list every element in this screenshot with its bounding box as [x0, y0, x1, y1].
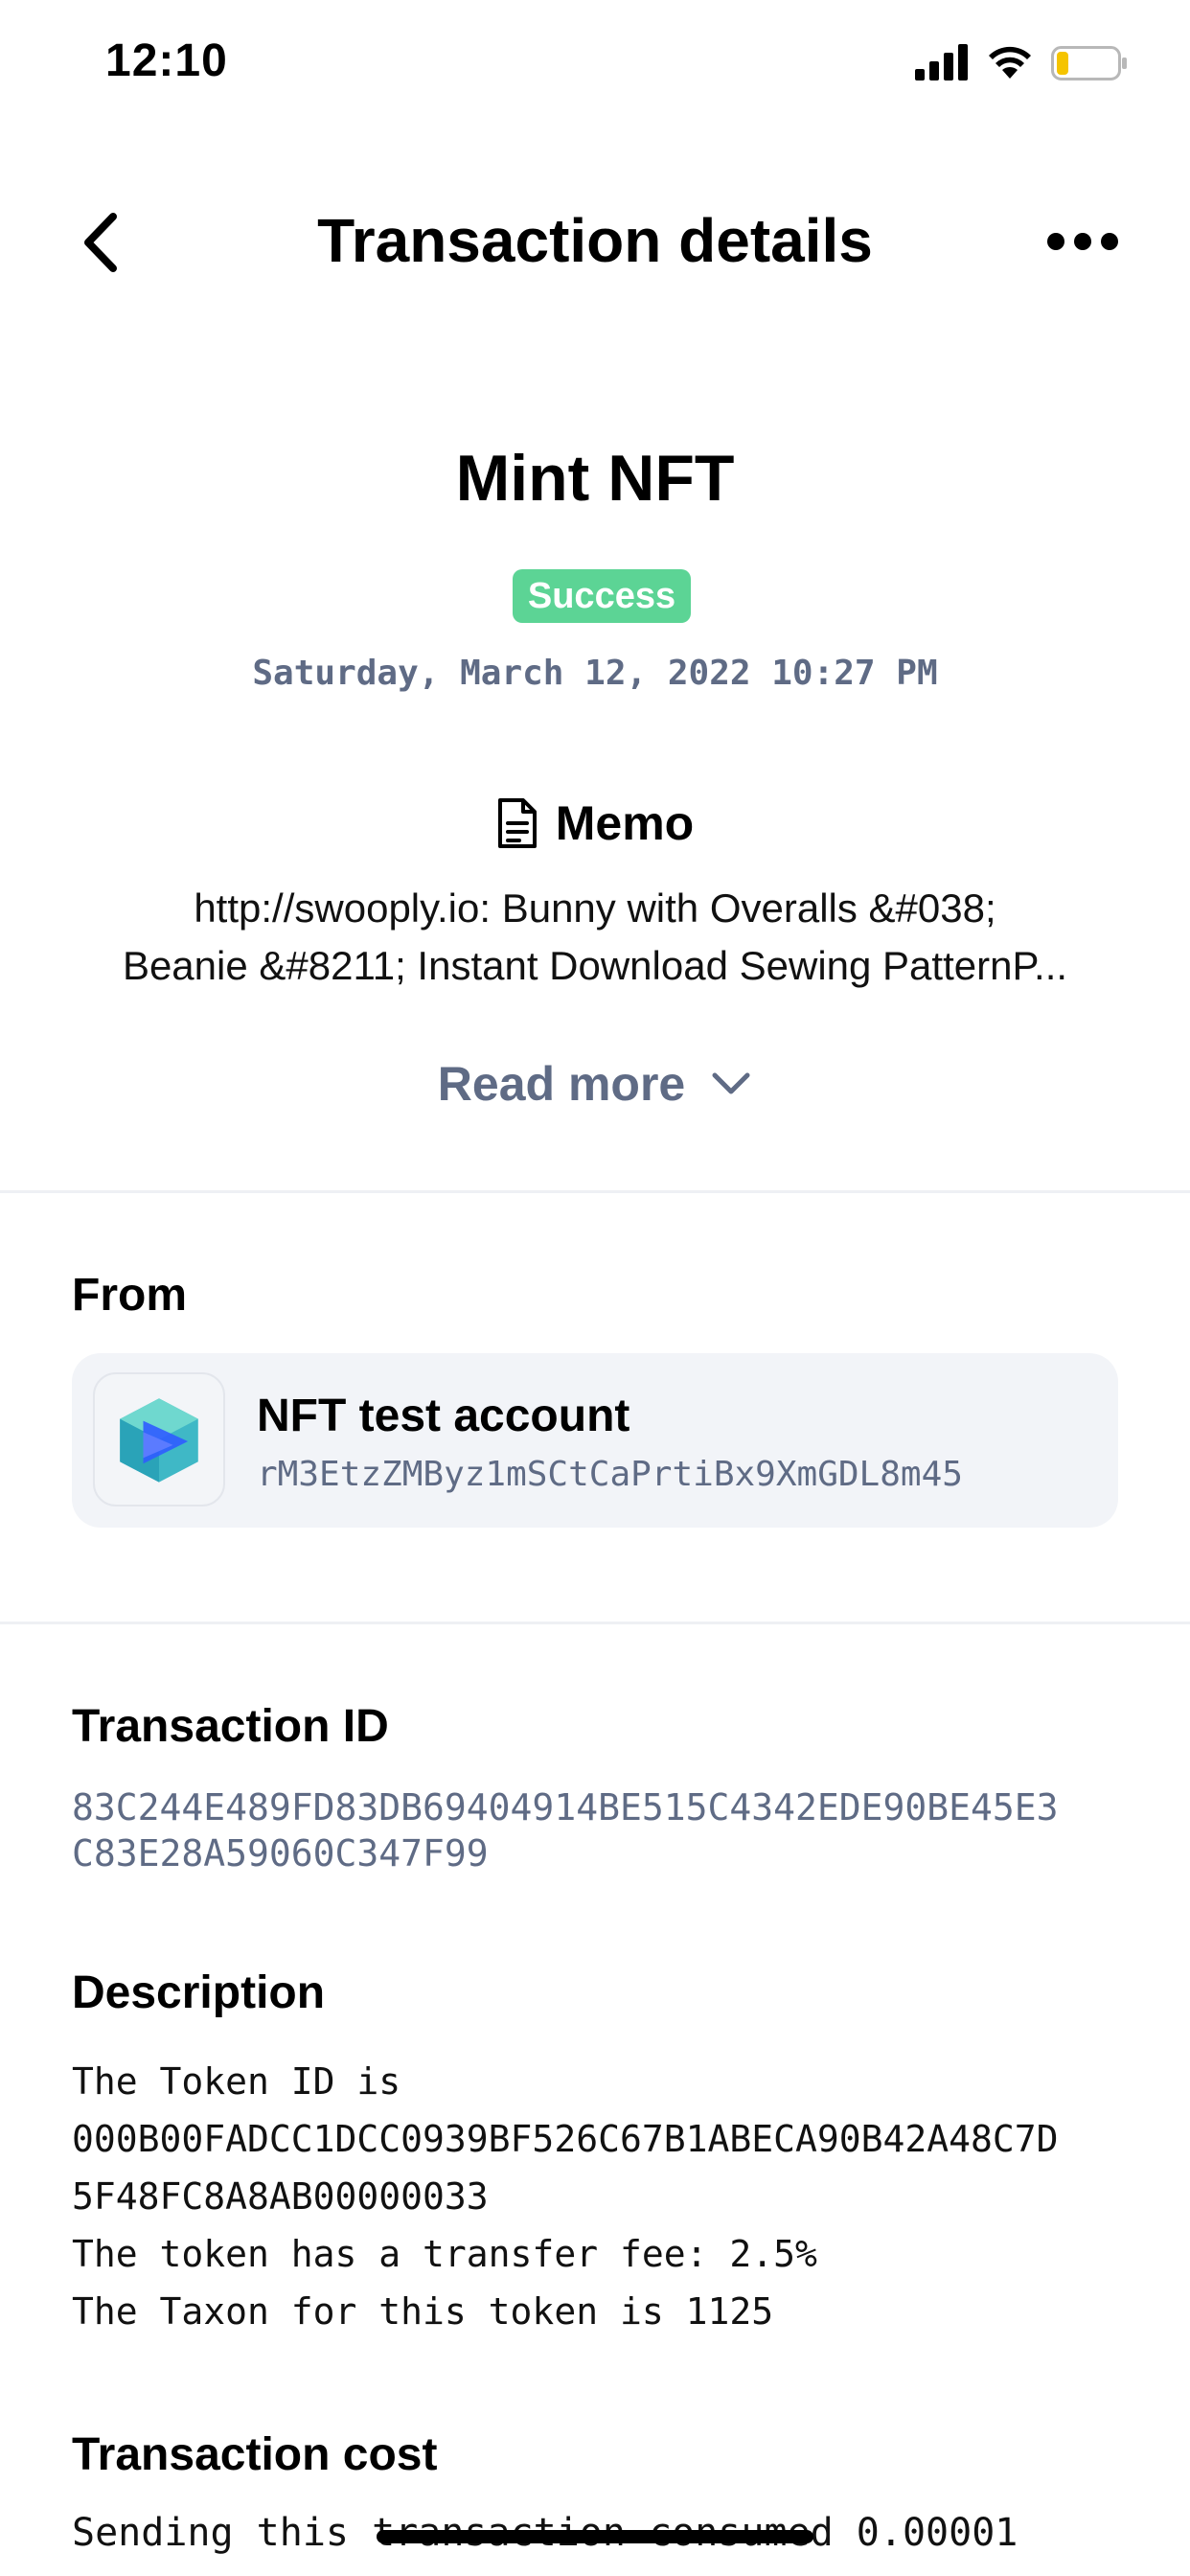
- memo-header: Memo: [0, 795, 1190, 851]
- account-avatar-icon: [120, 1398, 198, 1483]
- description-line: 000B00FADCC1DCC0939BF526C67B1ABECA90B42A…: [72, 2118, 1059, 2160]
- description-line: The Taxon for this token is 1125: [72, 2290, 774, 2333]
- description-line: The token has a transfer fee: 2.5%: [72, 2233, 817, 2275]
- description-line: 5F48FC8A8AB00000033: [72, 2175, 489, 2218]
- memo-title: Memo: [555, 796, 695, 850]
- description-text: The Token ID is 000B00FADCC1DCC0939BF526…: [72, 2053, 1135, 2340]
- read-more-label: Read more: [437, 1057, 686, 1111]
- transaction-cost-label: Transaction cost: [72, 2429, 438, 2480]
- wifi-icon: [989, 46, 1031, 79]
- account-name: NFT test account: [257, 1391, 630, 1441]
- chevron-down-icon: [712, 1072, 750, 1094]
- account-address: rM3EtzZMByz1mSCtCaPrtiBx9XmGDL8m45: [257, 1455, 963, 1494]
- transaction-id-line: 83C244E489FD83DB69404914BE515C4342EDE90B…: [72, 1786, 1059, 1828]
- transaction-id-value[interactable]: 83C244E489FD83DB69404914BE515C4342EDE90B…: [72, 1784, 1126, 1876]
- from-label: From: [72, 1270, 187, 1321]
- memo-line: Beanie &#8211; Instant Download Sewing P…: [122, 943, 1068, 988]
- from-account-card[interactable]: NFT test account rM3EtzZMByz1mSCtCaPrtiB…: [72, 1353, 1118, 1528]
- home-indicator: [377, 2530, 813, 2543]
- status-badge: Success: [513, 569, 691, 623]
- section-divider: [0, 1190, 1190, 1193]
- transaction-id-line: C83E28A59060C347F99: [72, 1832, 489, 1874]
- transaction-date: Saturday, March 12, 2022 10:27 PM: [252, 654, 938, 693]
- more-icon[interactable]: [1044, 224, 1121, 259]
- memo-document-icon: [497, 798, 537, 848]
- transaction-type: Mint NFT: [455, 442, 735, 515]
- page-title: Transaction details: [317, 206, 873, 275]
- description-line: The Token ID is: [72, 2060, 401, 2103]
- memo-line: http://swooply.io: Bunny with Overalls &…: [194, 886, 996, 931]
- read-more-button[interactable]: Read more: [0, 1056, 1190, 1112]
- memo-text: http://swooply.io: Bunny with Overalls &…: [67, 880, 1123, 995]
- account-avatar: [93, 1372, 225, 1506]
- description-label: Description: [72, 1967, 326, 2018]
- status-time: 12:10: [105, 35, 228, 86]
- battery-icon: [1051, 46, 1127, 80]
- signal-icon: [915, 44, 968, 80]
- transaction-id-label: Transaction ID: [72, 1701, 389, 1752]
- section-divider: [0, 1622, 1190, 1624]
